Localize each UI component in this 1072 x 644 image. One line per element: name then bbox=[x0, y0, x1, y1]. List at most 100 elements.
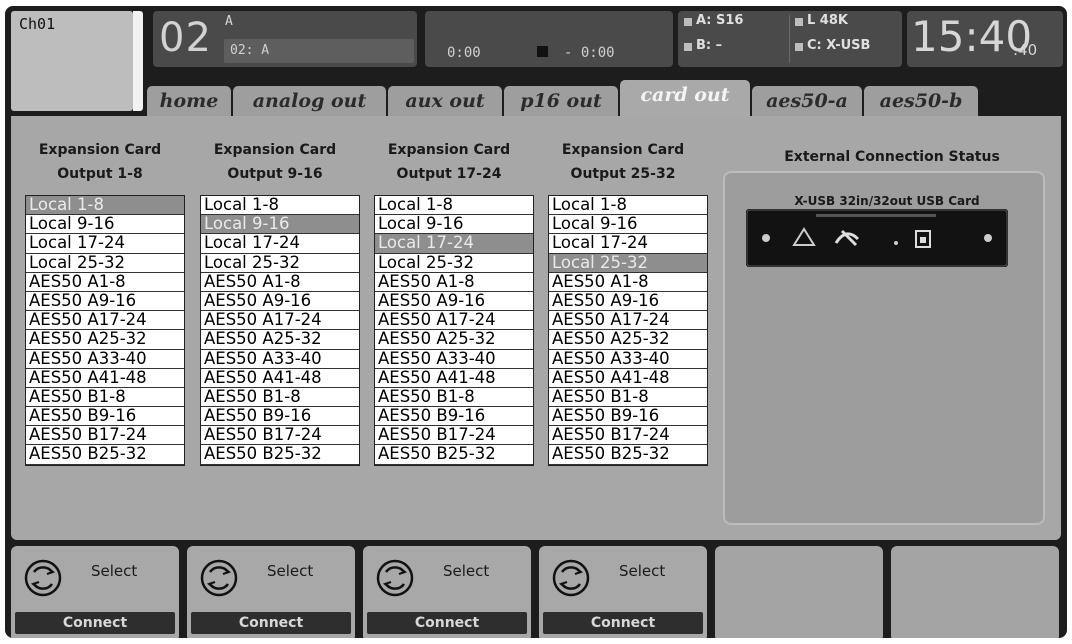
output-option[interactable]: AES50 A33-40 bbox=[26, 349, 184, 369]
output-option[interactable]: AES50 B25-32 bbox=[201, 445, 359, 465]
output-option[interactable]: Local 9-16 bbox=[26, 215, 184, 235]
output-option[interactable]: AES50 A17-24 bbox=[201, 311, 359, 331]
output-option[interactable]: AES50 B17-24 bbox=[201, 426, 359, 446]
tab-home[interactable]: home bbox=[147, 86, 231, 116]
console-screen: Ch01 02 A 02: A 0:00 - 0:00 A: S16 B: – … bbox=[5, 6, 1067, 638]
led-b-icon bbox=[684, 43, 692, 51]
output-option[interactable]: AES50 A17-24 bbox=[375, 311, 533, 331]
output-option[interactable]: AES50 B1-8 bbox=[201, 387, 359, 408]
output-option[interactable]: Local 17-24 bbox=[26, 234, 184, 254]
output-option[interactable]: AES50 A1-8 bbox=[201, 272, 359, 292]
output-option[interactable]: Local 17-24 bbox=[201, 234, 359, 254]
output-option[interactable]: AES50 A25-32 bbox=[549, 330, 707, 350]
output-option[interactable]: AES50 A17-24 bbox=[549, 311, 707, 331]
tab-p16-out[interactable]: p16 out bbox=[504, 86, 618, 116]
output-option[interactable]: Local 1-8 bbox=[26, 196, 184, 216]
output-option[interactable]: AES50 A9-16 bbox=[201, 291, 359, 312]
softkey-5[interactable] bbox=[715, 546, 883, 638]
connect-button-4[interactable]: Connect bbox=[543, 612, 703, 634]
column-2-header: Expansion Card Output 9-16 bbox=[213, 142, 337, 182]
scene-name: A bbox=[225, 14, 233, 29]
output-option[interactable]: AES50 B25-32 bbox=[549, 445, 707, 465]
output-option[interactable]: AES50 A9-16 bbox=[26, 291, 184, 312]
status-a: A: S16 bbox=[696, 13, 744, 28]
output-option[interactable]: AES50 A9-16 bbox=[375, 291, 533, 312]
column-4-header: Expansion Card Output 25-32 bbox=[561, 142, 685, 182]
output-option[interactable]: AES50 A17-24 bbox=[26, 311, 184, 331]
rotary-encoder-icon bbox=[24, 559, 62, 597]
output-option[interactable]: AES50 B1-8 bbox=[26, 387, 184, 408]
output-option[interactable]: AES50 A41-48 bbox=[375, 368, 533, 388]
output-list-1[interactable]: Local 1-8 Local 9-16 Local 17-24 Local 25-3… bbox=[25, 195, 185, 466]
output-option[interactable]: Local 9-16 bbox=[375, 215, 533, 235]
output-list-2[interactable]: Local 1-8 Local 9-16 Local 17-24 Local 25-3… bbox=[200, 195, 360, 466]
tab-aes50-b[interactable]: aes50-b bbox=[864, 86, 978, 116]
softkey-2-label: Select bbox=[267, 562, 314, 580]
clock-seconds: :40 bbox=[1013, 41, 1038, 59]
playback-remaining: - 0:00 bbox=[564, 45, 615, 61]
channel-name: Ch01 bbox=[19, 15, 56, 33]
output-option[interactable]: AES50 A25-32 bbox=[26, 330, 184, 350]
output-option[interactable]: AES50 B17-24 bbox=[549, 426, 707, 446]
output-option[interactable]: Local 17-24 bbox=[549, 234, 707, 254]
column-3-header: Expansion Card Output 17-24 bbox=[387, 142, 511, 182]
output-list-3[interactable]: Local 1-8 Local 9-16 Local 17-24 Local 25-3… bbox=[374, 195, 534, 466]
output-option[interactable]: AES50 A25-32 bbox=[375, 330, 533, 350]
led-a-icon bbox=[684, 18, 692, 26]
output-option[interactable]: AES50 B1-8 bbox=[549, 387, 707, 408]
output-option[interactable]: AES50 B17-24 bbox=[26, 426, 184, 446]
output-option[interactable]: AES50 B9-16 bbox=[26, 407, 184, 427]
status-l: L 48K bbox=[807, 13, 848, 28]
external-status-title: External Connection Status bbox=[784, 149, 1000, 165]
softkey-3-label: Select bbox=[443, 562, 490, 580]
output-option[interactable]: AES50 B9-16 bbox=[549, 407, 707, 427]
status-divider bbox=[789, 15, 790, 63]
output-option[interactable]: Local 1-8 bbox=[549, 196, 707, 216]
rotary-encoder-icon bbox=[552, 559, 590, 597]
output-option[interactable]: AES50 A33-40 bbox=[201, 349, 359, 369]
card-title: X-USB 32in/32out USB Card bbox=[794, 194, 980, 208]
softkey-6[interactable] bbox=[891, 546, 1059, 638]
output-option[interactable]: AES50 B9-16 bbox=[375, 407, 533, 427]
output-option[interactable]: Local 1-8 bbox=[375, 196, 533, 216]
tab-aes50-a[interactable]: aes50-a bbox=[752, 86, 862, 116]
output-option[interactable]: AES50 B25-32 bbox=[375, 445, 533, 465]
status-b: B: – bbox=[696, 38, 723, 53]
output-option[interactable]: AES50 B1-8 bbox=[375, 387, 533, 408]
softkey-1-label: Select bbox=[91, 562, 138, 580]
tab-analog-out[interactable]: analog out bbox=[233, 86, 386, 116]
output-option[interactable]: Local 9-16 bbox=[201, 215, 359, 235]
output-option[interactable]: AES50 A33-40 bbox=[375, 349, 533, 369]
output-option[interactable]: AES50 A41-48 bbox=[26, 368, 184, 388]
output-option[interactable]: Local 25-32 bbox=[201, 253, 359, 273]
tab-aux-out[interactable]: aux out bbox=[388, 86, 502, 116]
output-option[interactable]: AES50 A1-8 bbox=[549, 272, 707, 292]
connect-button-1[interactable]: Connect bbox=[15, 612, 175, 634]
output-option[interactable]: Local 25-32 bbox=[375, 253, 533, 273]
connect-button-2[interactable]: Connect bbox=[191, 612, 351, 634]
output-option[interactable]: Local 17-24 bbox=[375, 234, 533, 254]
output-option[interactable]: Local 25-32 bbox=[549, 253, 707, 273]
output-option[interactable]: AES50 A1-8 bbox=[26, 272, 184, 292]
output-option[interactable]: AES50 A1-8 bbox=[375, 272, 533, 292]
output-option[interactable]: Local 1-8 bbox=[201, 196, 359, 216]
output-list-4[interactable]: Local 1-8 Local 9-16 Local 17-24 Local 25-3… bbox=[548, 195, 708, 466]
output-option[interactable]: Local 9-16 bbox=[549, 215, 707, 235]
output-option[interactable]: AES50 B9-16 bbox=[201, 407, 359, 427]
output-option[interactable]: AES50 B25-32 bbox=[26, 445, 184, 465]
output-option[interactable]: AES50 A25-32 bbox=[201, 330, 359, 350]
output-option[interactable]: AES50 A33-40 bbox=[549, 349, 707, 369]
led-c-icon bbox=[795, 43, 803, 51]
channel-meter-bar bbox=[133, 11, 143, 111]
rotary-encoder-icon bbox=[200, 559, 238, 597]
output-option[interactable]: AES50 A41-48 bbox=[549, 368, 707, 388]
led-l-icon bbox=[795, 18, 803, 26]
connect-button-3[interactable]: Connect bbox=[367, 612, 527, 634]
output-option[interactable]: AES50 A41-48 bbox=[201, 368, 359, 388]
output-option[interactable]: AES50 A9-16 bbox=[549, 291, 707, 312]
output-option[interactable]: Local 25-32 bbox=[26, 253, 184, 273]
column-1-header: Expansion Card Output 1-8 bbox=[38, 142, 162, 182]
playback-time: 0:00 bbox=[447, 45, 481, 61]
output-option[interactable]: AES50 B17-24 bbox=[375, 426, 533, 446]
tab-card-out[interactable]: card out bbox=[620, 80, 750, 116]
